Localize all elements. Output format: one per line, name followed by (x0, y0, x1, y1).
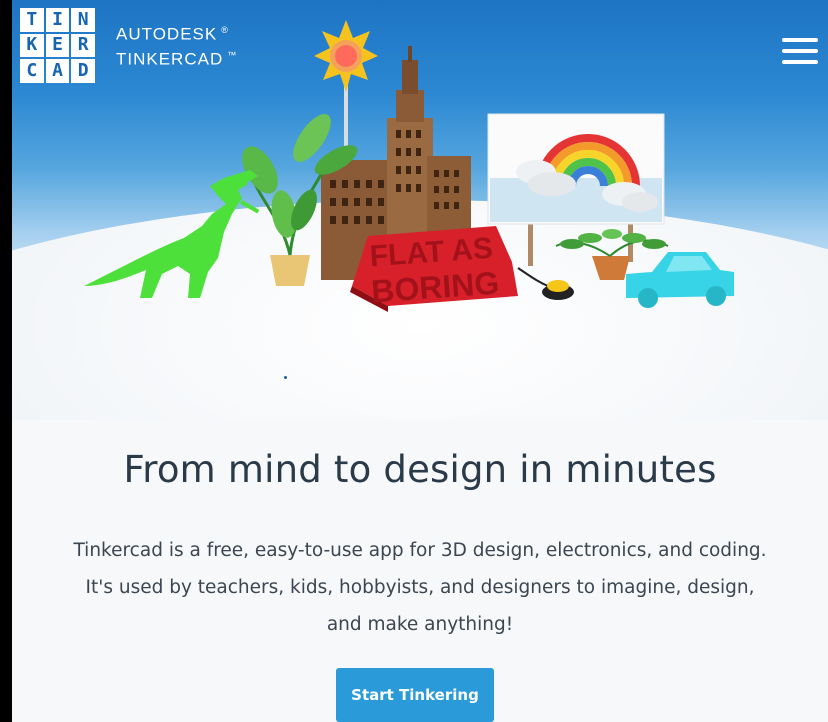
flat-as-boring-sign: FLAT AS BORING (350, 226, 518, 312)
logo-letter: N (71, 8, 95, 32)
brand-autodesk: AUTODESK (116, 24, 218, 44)
logo-letter: A (45, 59, 70, 83)
logo-letter: R (71, 33, 95, 58)
hamburger-menu-icon[interactable] (782, 38, 818, 64)
logo-letter: T (20, 8, 44, 32)
brand-line-autodesk: AUTODESK ® (116, 20, 237, 45)
tinkercad-homepage: FLAT AS BORING T I N K E R C A D AUTODES… (12, 0, 828, 722)
carousel-indicator-dot[interactable] (284, 376, 287, 379)
logo-letter: D (71, 59, 95, 83)
dinosaur-icon (84, 170, 260, 298)
car-icon (626, 252, 734, 308)
logo-letter: K (20, 33, 44, 58)
brand-wordmark[interactable]: AUTODESK ® TINKERCAD ™ (116, 20, 237, 69)
logo-letter: C (20, 59, 44, 83)
page-title: From mind to design in minutes (123, 448, 717, 491)
brand-tinkercad: TINKERCAD (116, 49, 224, 69)
logo-letter: E (45, 33, 70, 58)
push-button-icon (517, 267, 574, 300)
tinkercad-logo[interactable]: T I N K E R C A D (20, 8, 95, 83)
sign-text-line2: BORING (370, 265, 500, 310)
start-tinkering-button[interactable]: Start Tinkering (336, 668, 494, 722)
trademark-mark: ™ (227, 49, 238, 60)
logo-letter: I (45, 8, 70, 32)
brand-line-tinkercad: TINKERCAD ™ (116, 45, 237, 70)
registered-mark: ® (221, 25, 229, 35)
page-description: Tinkercad is a free, easy-to-use app for… (73, 540, 767, 635)
